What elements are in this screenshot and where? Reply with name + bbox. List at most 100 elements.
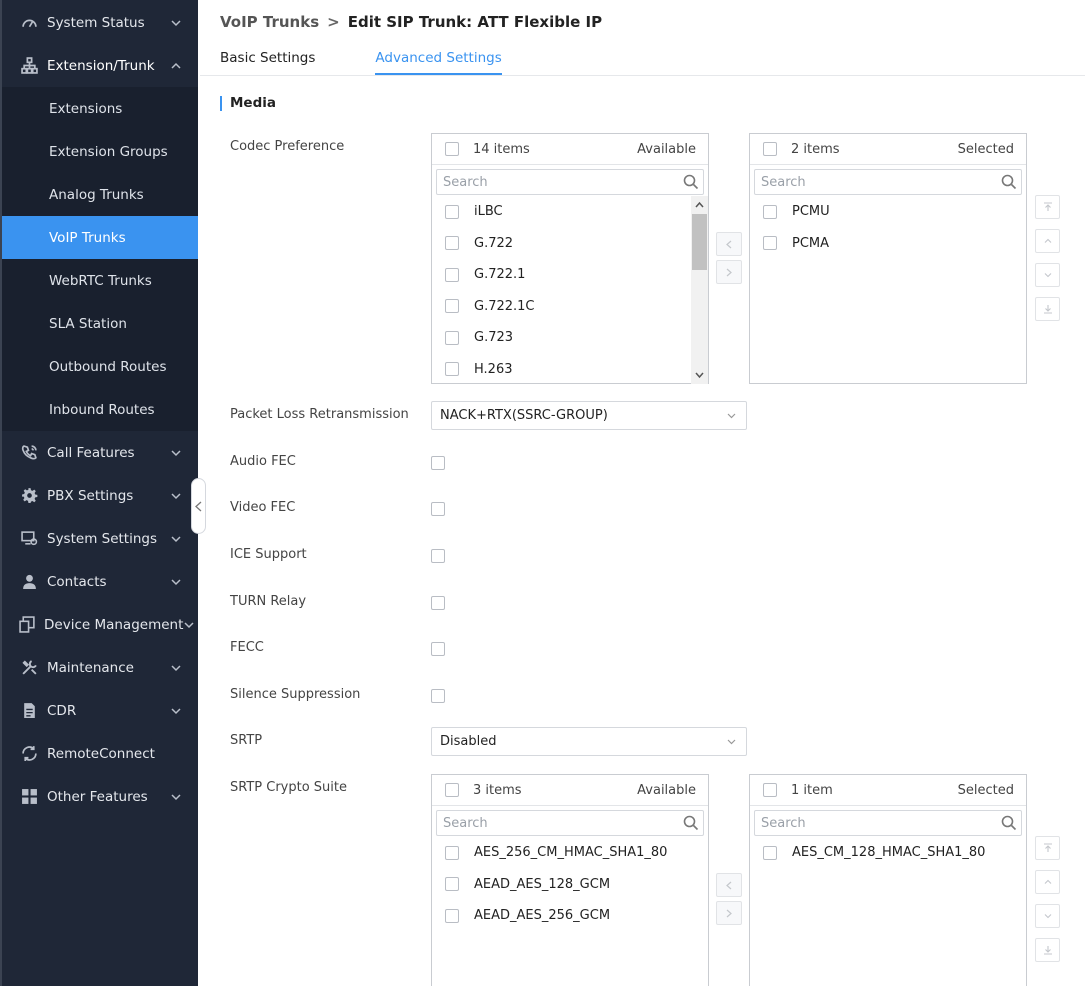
nav-system-settings[interactable]: System Settings [2, 517, 198, 560]
item-checkbox[interactable] [763, 236, 777, 251]
crypto-selected-search-input[interactable] [761, 815, 1001, 831]
crypto-move-left-button[interactable] [716, 873, 742, 897]
codec-available-search-input[interactable] [443, 174, 683, 190]
tab-basic-settings[interactable]: Basic Settings [220, 50, 315, 75]
crypto-available-list: 3 items Available AES_256_CM_HMAC_SHA1_8… [431, 774, 709, 986]
chevron-down-icon [727, 413, 736, 418]
chevron-down-icon [170, 576, 184, 588]
item-checkbox[interactable] [763, 204, 777, 219]
nav-extension-trunk[interactable]: Extension/Trunk [2, 44, 198, 87]
sidebar-item-webrtc-trunks[interactable]: WebRTC Trunks [2, 259, 198, 302]
codec-selected-list: 2 items Selected PCMU PCMA [749, 133, 1027, 384]
move-top-button[interactable] [1035, 195, 1060, 219]
codec-selected-search-input[interactable] [761, 174, 1001, 190]
list-item[interactable]: AEAD_AES_128_GCM [432, 869, 708, 901]
ice-support-checkbox[interactable] [431, 549, 445, 563]
sidebar-collapse-button[interactable] [191, 478, 206, 534]
nav-label: RemoteConnect [47, 745, 155, 762]
item-checkbox[interactable] [445, 267, 459, 282]
move-down-button[interactable] [1035, 263, 1060, 287]
scroll-down-arrow-icon[interactable] [691, 367, 708, 384]
item-checkbox[interactable] [445, 299, 459, 314]
move-bottom-button[interactable] [1035, 297, 1060, 321]
nav-maintenance[interactable]: Maintenance [2, 646, 198, 689]
nav-label: System Status [47, 14, 145, 31]
scrollbar-thumb[interactable] [692, 214, 707, 270]
list-item[interactable]: AES_CM_128_HMAC_SHA1_80 [750, 837, 1026, 869]
codec-available-scrollbar[interactable] [691, 196, 708, 384]
item-checkbox[interactable] [445, 236, 459, 251]
audio-fec-checkbox[interactable] [431, 456, 445, 470]
fecc-label: FECC [230, 640, 264, 655]
list-item[interactable]: G.722.1 [432, 259, 708, 291]
crypto-available-select-all-checkbox[interactable] [445, 783, 459, 797]
chevron-down-icon [183, 619, 195, 631]
sidebar-item-sla-station[interactable]: SLA Station [2, 302, 198, 345]
sidebar-item-analog-trunks[interactable]: Analog Trunks [2, 173, 198, 216]
list-item[interactable]: G.723 [432, 322, 708, 354]
codec-selected-select-all-checkbox[interactable] [763, 142, 777, 156]
list-item[interactable]: H.263 [432, 354, 708, 385]
crypto-move-right-button[interactable] [716, 901, 742, 925]
nav-other-features[interactable]: Other Features [2, 775, 198, 818]
codec-available-select-all-checkbox[interactable] [445, 142, 459, 156]
crypto-move-bottom-button[interactable] [1035, 938, 1060, 962]
item-checkbox[interactable] [445, 362, 459, 377]
move-left-button[interactable] [716, 232, 742, 256]
nav-system-status[interactable]: System Status [2, 1, 198, 44]
fecc-checkbox[interactable] [431, 642, 445, 656]
item-checkbox[interactable] [445, 330, 459, 345]
nav-call-features[interactable]: Call Features [2, 431, 198, 474]
chevron-down-icon [170, 447, 184, 459]
crypto-available-count: 3 items [473, 782, 522, 798]
nav-remoteconnect[interactable]: RemoteConnect [2, 732, 198, 775]
sidebar-item-extensions[interactable]: Extensions [2, 87, 198, 130]
crypto-selected-select-all-checkbox[interactable] [763, 783, 777, 797]
scroll-up-arrow-icon[interactable] [691, 196, 708, 213]
list-item[interactable]: G.722 [432, 228, 708, 260]
chevron-down-icon [1044, 914, 1051, 919]
move-right-button[interactable] [716, 260, 742, 284]
item-checkbox[interactable] [445, 908, 459, 923]
list-item[interactable]: iLBC [432, 196, 708, 228]
codec-available-tag: Available [637, 141, 696, 157]
srtp-label: SRTP [230, 733, 263, 748]
item-checkbox[interactable] [445, 204, 459, 219]
sidebar-item-voip-trunks[interactable]: VoIP Trunks [2, 216, 198, 259]
codec-selected-items: PCMU PCMA [750, 196, 1026, 384]
nav-pbx-settings[interactable]: PBX Settings [2, 474, 198, 517]
list-item[interactable]: G.722.1C [432, 291, 708, 323]
crypto-available-search-input[interactable] [443, 815, 683, 831]
srtp-select[interactable]: Disabled [431, 727, 747, 756]
crypto-move-down-button[interactable] [1035, 904, 1060, 928]
nav-contacts[interactable]: Contacts [2, 560, 198, 603]
nav-cdr[interactable]: CDR [2, 689, 198, 732]
srtp-value: Disabled [440, 734, 497, 749]
sidebar-item-outbound-routes[interactable]: Outbound Routes [2, 345, 198, 388]
tabs-divider [200, 75, 1085, 76]
list-item[interactable]: AES_256_CM_HMAC_SHA1_80 [432, 837, 708, 869]
list-item[interactable]: AEAD_AES_256_GCM [432, 900, 708, 932]
sidebar-item-extension-groups[interactable]: Extension Groups [2, 130, 198, 173]
move-up-button[interactable] [1035, 229, 1060, 253]
search-icon [1001, 815, 1017, 831]
crypto-move-top-button[interactable] [1035, 836, 1060, 860]
sidebar-item-inbound-routes[interactable]: Inbound Routes [2, 388, 198, 431]
list-item[interactable]: PCMA [750, 228, 1026, 260]
breadcrumb-voip-trunks-link[interactable]: VoIP Trunks [220, 13, 319, 31]
crypto-move-up-button[interactable] [1035, 870, 1060, 894]
item-checkbox[interactable] [445, 877, 459, 892]
search-icon [683, 815, 699, 831]
tab-advanced-settings[interactable]: Advanced Settings [375, 50, 502, 75]
video-fec-checkbox[interactable] [431, 502, 445, 516]
turn-relay-checkbox[interactable] [431, 596, 445, 610]
list-item[interactable]: PCMU [750, 196, 1026, 228]
codec-selected-count: 2 items [791, 141, 840, 157]
packet-loss-value: NACK+RTX(SSRC-GROUP) [440, 408, 608, 423]
packet-loss-select[interactable]: NACK+RTX(SSRC-GROUP) [431, 401, 747, 430]
nav-device-management[interactable]: Device Management [2, 603, 198, 646]
silence-suppression-checkbox[interactable] [431, 689, 445, 703]
item-checkbox[interactable] [445, 845, 459, 860]
item-checkbox[interactable] [763, 845, 777, 860]
chevron-left-icon [726, 881, 732, 889]
